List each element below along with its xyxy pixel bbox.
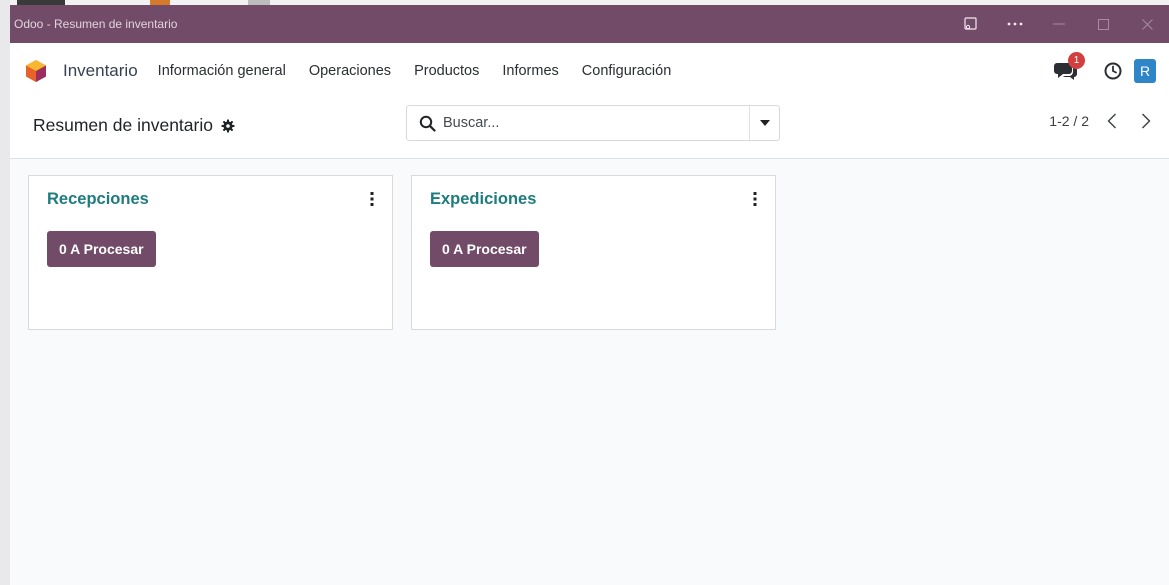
left-edge (0, 0, 10, 585)
close-icon[interactable] (1125, 5, 1169, 43)
kanban-card-recepciones: Recepciones 0 A Procesar (28, 175, 393, 330)
page-title: Resumen de inventario (33, 115, 213, 135)
pager-next-button[interactable] (1135, 110, 1157, 132)
user-avatar[interactable]: R (1134, 59, 1156, 83)
vertical-dots-icon[interactable] (752, 191, 758, 207)
menu-productos[interactable]: Productos (414, 63, 479, 79)
gear-icon[interactable] (221, 119, 235, 133)
menu-operaciones[interactable]: Operaciones (309, 63, 391, 79)
app-name[interactable]: Inventario (63, 61, 138, 81)
vertical-dots-icon[interactable] (369, 191, 375, 207)
control-panel: Resumen de inventario Buscar... 1-2 / 2 (10, 99, 1169, 159)
chevron-left-icon (1107, 113, 1116, 129)
search-input[interactable] (443, 115, 743, 131)
cast-icon[interactable] (949, 5, 993, 43)
pager-value[interactable]: 1-2 / 2 (1049, 113, 1089, 129)
top-navbar: Inventario Información general Operacion… (10, 43, 1169, 99)
menu-informacion-general[interactable]: Información general (158, 63, 286, 79)
card-title[interactable]: Recepciones (47, 190, 149, 209)
breadcrumb: Resumen de inventario (33, 115, 235, 136)
to-process-button[interactable]: 0 A Procesar (430, 231, 539, 267)
messages-button[interactable]: 1 (1054, 52, 1085, 83)
clock-icon[interactable] (1104, 62, 1122, 80)
search-bar (406, 105, 780, 141)
inventory-logo-icon[interactable] (25, 59, 47, 83)
kanban-card-expediciones: Expediciones 0 A Procesar (411, 175, 776, 330)
to-process-button[interactable]: 0 A Procesar (47, 231, 156, 267)
menu-configuracion[interactable]: Configuración (582, 63, 671, 79)
window-titlebar: Odoo - Resumen de inventario (10, 5, 1169, 43)
app-window: Odoo - Resumen de inventario Inventario … (0, 0, 1169, 585)
maximize-icon[interactable] (1081, 5, 1125, 43)
window-title: Odoo - Resumen de inventario (14, 17, 178, 31)
search-icon (419, 115, 436, 132)
pager: 1-2 / 2 (1049, 110, 1157, 132)
minimize-icon[interactable] (1037, 5, 1081, 43)
more-options-icon[interactable] (993, 5, 1037, 43)
messages-badge: 1 (1068, 52, 1085, 69)
menu-informes[interactable]: Informes (502, 63, 558, 79)
search-dropdown-toggle[interactable] (749, 106, 779, 140)
navbar-systray: 1 R (1054, 52, 1156, 83)
window-controls (949, 5, 1169, 43)
caret-down-icon (759, 120, 770, 126)
pager-previous-button[interactable] (1101, 110, 1123, 132)
card-title[interactable]: Expediciones (430, 190, 536, 209)
chevron-right-icon (1142, 113, 1151, 129)
